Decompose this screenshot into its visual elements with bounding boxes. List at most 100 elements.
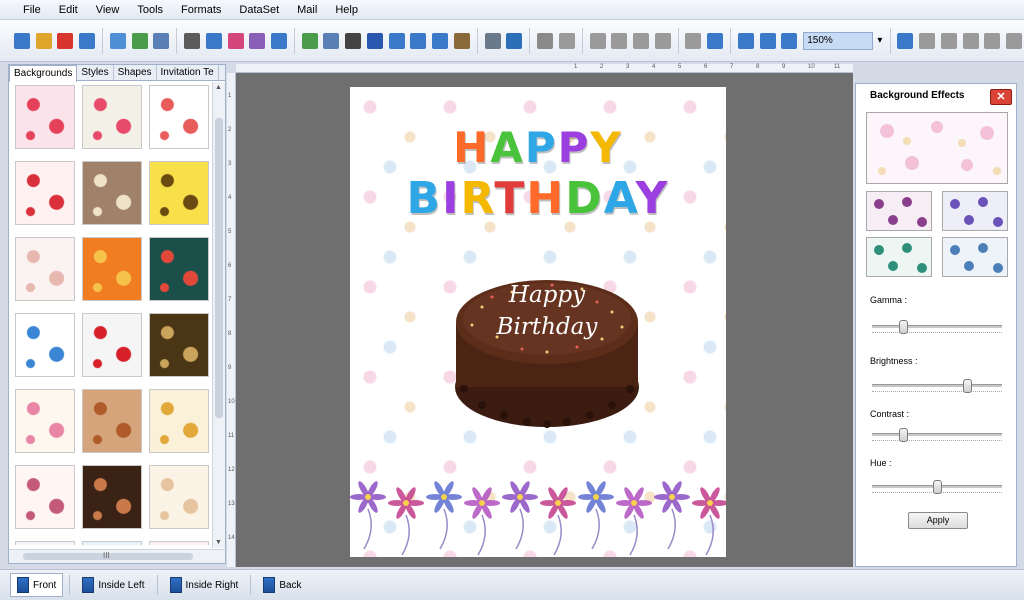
hue-slider-knob[interactable] bbox=[933, 480, 942, 494]
rich-text-button[interactable] bbox=[387, 29, 407, 53]
background-thumbnail[interactable] bbox=[15, 161, 75, 225]
cake-text-happy[interactable]: Happy bbox=[452, 282, 642, 308]
page-tab-back[interactable]: Back bbox=[257, 573, 307, 597]
gamma-slider[interactable] bbox=[872, 320, 1002, 334]
horizontal-scrollbar[interactable]: III bbox=[9, 549, 225, 563]
page-tab-front[interactable]: Front bbox=[10, 573, 64, 597]
background-thumbnail[interactable] bbox=[149, 541, 209, 545]
contrast-slider-knob[interactable] bbox=[899, 428, 908, 442]
menu-dataset[interactable]: DataSet bbox=[230, 0, 288, 20]
scroll-up-icon[interactable]: ▲ bbox=[215, 84, 222, 91]
new-button[interactable] bbox=[12, 29, 32, 53]
design-canvas[interactable]: HAPPY BIRTHDAY Happy Birthday bbox=[236, 73, 853, 567]
menu-tools[interactable]: Tools bbox=[128, 0, 172, 20]
background-thumbnail[interactable] bbox=[82, 237, 142, 301]
background-thumbnail[interactable] bbox=[15, 389, 75, 453]
menu-edit[interactable]: Edit bbox=[50, 0, 87, 20]
paste-button[interactable] bbox=[609, 29, 629, 53]
pencil-button[interactable] bbox=[269, 29, 289, 53]
zoom-dropdown-icon[interactable]: ▾ bbox=[875, 35, 884, 46]
background-thumbnail[interactable] bbox=[15, 237, 75, 301]
background-thumbnail[interactable] bbox=[82, 389, 142, 453]
send-backward-button[interactable] bbox=[684, 29, 704, 53]
background-thumbnail[interactable] bbox=[15, 85, 75, 149]
bring-forward-button[interactable] bbox=[653, 29, 673, 53]
image-button[interactable] bbox=[300, 29, 320, 53]
apply-button[interactable]: Apply bbox=[908, 512, 968, 529]
zoom-out-button[interactable] bbox=[895, 29, 915, 53]
flip-button[interactable] bbox=[982, 29, 1002, 53]
close-button[interactable] bbox=[56, 29, 76, 53]
gamma-slider-knob[interactable] bbox=[899, 320, 908, 334]
birthday-card[interactable]: HAPPY BIRTHDAY Happy Birthday bbox=[350, 87, 726, 557]
forward-arrow-button[interactable] bbox=[1004, 29, 1024, 53]
background-thumbnail[interactable] bbox=[149, 313, 209, 377]
menu-mail[interactable]: Mail bbox=[288, 0, 326, 20]
save-as-button[interactable] bbox=[108, 29, 128, 53]
delete-button[interactable] bbox=[631, 29, 651, 53]
lock-button[interactable] bbox=[917, 29, 937, 53]
background-thumbnail[interactable] bbox=[15, 541, 75, 545]
database-button[interactable] bbox=[452, 29, 472, 53]
card-title-birthday[interactable]: BIRTHDAY bbox=[350, 173, 726, 224]
contrast-slider[interactable] bbox=[872, 428, 1002, 442]
tab-shapes[interactable]: Shapes bbox=[114, 65, 157, 80]
redo-button[interactable] bbox=[535, 29, 555, 53]
effect-swatch-purple[interactable] bbox=[866, 191, 932, 231]
cut-button[interactable] bbox=[557, 29, 577, 53]
save-button[interactable] bbox=[77, 29, 97, 53]
menu-file[interactable]: File bbox=[14, 0, 50, 20]
watermark-button[interactable] bbox=[322, 29, 342, 53]
scroll-down-icon[interactable]: ▼ bbox=[215, 539, 222, 546]
unlock-button[interactable] bbox=[939, 29, 959, 53]
export-button[interactable] bbox=[130, 29, 150, 53]
background-thumbnail[interactable] bbox=[82, 85, 142, 149]
scrollbar-thumb[interactable] bbox=[215, 118, 223, 418]
background-thumbnail[interactable] bbox=[149, 237, 209, 301]
copy-button[interactable] bbox=[204, 29, 224, 53]
print-preview-button[interactable] bbox=[151, 29, 171, 53]
background-thumbnail[interactable] bbox=[149, 465, 209, 529]
background-thumbnail[interactable] bbox=[82, 313, 142, 377]
line-button[interactable] bbox=[247, 29, 267, 53]
undo-button[interactable] bbox=[505, 29, 525, 53]
menu-view[interactable]: View bbox=[87, 0, 129, 20]
background-thumbnail[interactable] bbox=[82, 541, 142, 545]
page-tab-inside-right[interactable]: Inside Right bbox=[164, 573, 245, 597]
background-thumbnail[interactable] bbox=[82, 161, 142, 225]
background-thumbnail[interactable] bbox=[82, 465, 142, 529]
background-thumbnail[interactable] bbox=[149, 85, 209, 149]
dataset-button[interactable] bbox=[483, 29, 503, 53]
tab-styles[interactable]: Styles bbox=[77, 65, 114, 80]
print-button[interactable] bbox=[182, 29, 202, 53]
background-thumbnail[interactable] bbox=[15, 313, 75, 377]
tab-backgrounds[interactable]: Backgrounds bbox=[9, 65, 78, 82]
background-thumbnail[interactable] bbox=[149, 161, 209, 225]
background-thumbnail[interactable] bbox=[15, 465, 75, 529]
menu-formats[interactable]: Formats bbox=[172, 0, 230, 20]
brightness-slider[interactable] bbox=[872, 379, 1002, 393]
cake-text-birthday[interactable]: Birthday bbox=[452, 314, 642, 340]
hue-slider[interactable] bbox=[872, 480, 1002, 494]
effect-swatch-blue[interactable] bbox=[942, 237, 1008, 277]
effect-swatch-violet[interactable] bbox=[942, 191, 1008, 231]
text-button[interactable] bbox=[365, 29, 385, 53]
copy-format-button[interactable] bbox=[588, 29, 608, 53]
vertical-scrollbar[interactable]: ▲ ▼ bbox=[212, 82, 225, 548]
grid-button[interactable] bbox=[705, 29, 725, 53]
menu-help[interactable]: Help bbox=[326, 0, 367, 20]
signature-button[interactable] bbox=[409, 29, 429, 53]
tab-invitation-text[interactable]: Invitation Te bbox=[157, 65, 219, 80]
email-button[interactable] bbox=[430, 29, 450, 53]
actual-size-button[interactable] bbox=[736, 29, 756, 53]
colors-button[interactable] bbox=[226, 29, 246, 53]
card-title-happy[interactable]: HAPPY bbox=[350, 123, 726, 172]
effect-swatch-teal[interactable] bbox=[866, 237, 932, 277]
page-tab-inside-left[interactable]: Inside Left bbox=[76, 573, 150, 597]
zoom-level-field[interactable]: 150% bbox=[803, 31, 874, 50]
barcode-button[interactable] bbox=[343, 29, 363, 53]
back-arrow-button[interactable] bbox=[961, 29, 981, 53]
close-effects-button[interactable]: ✕ bbox=[990, 89, 1012, 105]
brightness-slider-knob[interactable] bbox=[963, 379, 972, 393]
background-thumbnail[interactable] bbox=[149, 389, 209, 453]
